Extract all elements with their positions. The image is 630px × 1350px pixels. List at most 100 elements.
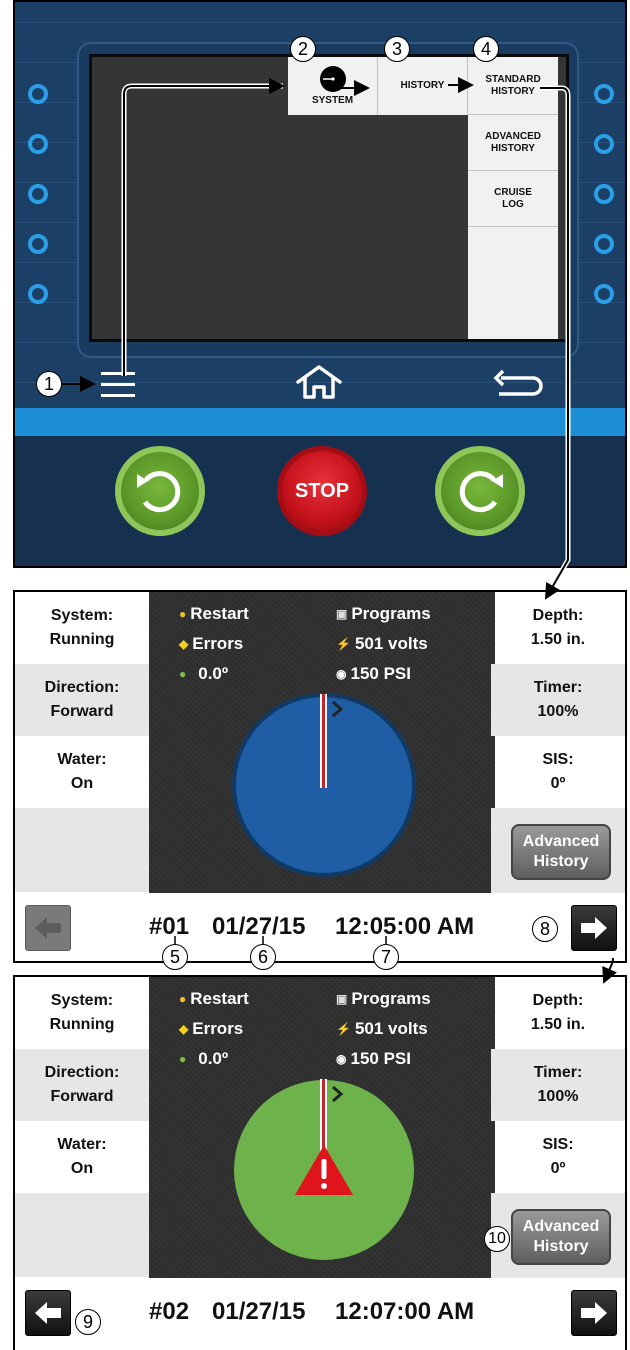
depth-label: Depth:: [532, 607, 584, 624]
menu-history[interactable]: HISTORY: [378, 57, 468, 115]
direction-label: Direction:: [44, 1064, 120, 1081]
pressure-gauge-icon: ◉: [336, 667, 347, 681]
arrow-left-icon: [35, 1302, 61, 1324]
programs-indicator: ▣ Programs: [336, 989, 431, 1009]
restart-indicator: ● Restart: [179, 989, 249, 1009]
sis-status: SIS: 0º: [491, 736, 625, 808]
warning-diamond-icon: ◆: [179, 1022, 189, 1036]
volts-indicator: ⚡ 501 volts: [336, 634, 428, 654]
side-button-left-2[interactable]: [28, 134, 48, 154]
side-button-right-5[interactable]: [594, 284, 614, 304]
record-time: 12:07:00 AM: [335, 1298, 475, 1325]
warning-diamond-icon: ◆: [179, 637, 189, 651]
menu-cruise-log[interactable]: CRUISE LOG: [468, 171, 558, 227]
history-record-1: System: Running Direction: Forward Water…: [13, 590, 627, 963]
angle-value: 0.0º: [198, 664, 229, 683]
callout-2: 2: [290, 36, 316, 62]
forward-button[interactable]: [435, 446, 525, 536]
record-date: 01/27/15: [212, 913, 306, 940]
sis-label: SIS:: [542, 751, 574, 768]
water-status: Water: On: [15, 736, 149, 808]
record-time: 12:05:00 AM: [335, 913, 475, 940]
menu-empty-area: [468, 227, 558, 339]
timer-value: 100%: [537, 703, 579, 720]
side-button-right-1[interactable]: [594, 84, 614, 104]
advanced-history-button[interactable]: Advanced History: [511, 824, 611, 880]
water-value: On: [70, 775, 94, 792]
side-button-left-3[interactable]: [28, 184, 48, 204]
restart-indicator: ● Restart: [179, 604, 249, 624]
menu-system-label: SYSTEM: [311, 95, 354, 106]
display-screen: SYSTEM HISTORY STANDARD HISTORY ADVANCED…: [89, 54, 569, 342]
pressure-indicator: ◉ 150 PSI: [336, 1049, 411, 1069]
stop-label: STOP: [294, 479, 350, 502]
side-button-left-5[interactable]: [28, 284, 48, 304]
rotate-right-icon: [459, 471, 503, 513]
callout-3: 3: [384, 36, 410, 62]
sis-value: 0º: [550, 775, 566, 792]
pressure-value: 150 PSI: [350, 664, 411, 683]
reverse-button[interactable]: [115, 446, 205, 536]
record-date: 01/27/15: [212, 1298, 306, 1325]
volts-indicator: ⚡ 501 volts: [336, 1019, 428, 1039]
water-value: On: [70, 1160, 94, 1177]
errors-label: Errors: [192, 1019, 244, 1038]
record-footer: #02 01/27/15 12:07:00 AM: [15, 1278, 625, 1348]
position-circle: [234, 1079, 414, 1260]
sis-label: SIS:: [542, 1136, 574, 1153]
errors-indicator: ◆ Errors: [179, 1019, 243, 1039]
direction-status: Direction: Forward: [15, 1049, 149, 1121]
lightning-icon: ⚡: [336, 637, 351, 651]
advanced-history-label: Advanced History: [522, 1218, 600, 1255]
angle-gauge-icon: ●: [179, 1052, 187, 1066]
back-arrow-icon[interactable]: [493, 370, 547, 400]
depth-label: Depth:: [532, 992, 584, 1009]
stop-button[interactable]: STOP: [277, 446, 367, 536]
callout-4: 4: [473, 36, 499, 62]
system-status: System: Running: [15, 592, 149, 664]
arrow-right-icon: [581, 917, 607, 939]
menu-advanced-history-label: ADVANCED HISTORY: [485, 130, 541, 154]
previous-record-button[interactable]: [25, 905, 71, 951]
menu-standard-history-label: STANDARD HISTORY: [485, 73, 541, 97]
sis-value: 0º: [550, 1160, 566, 1177]
next-record-button[interactable]: [571, 1290, 617, 1336]
callout-10: 10: [484, 1226, 510, 1252]
system-label: System:: [50, 607, 114, 624]
programs-indicator: ▣ Programs: [336, 604, 431, 624]
menu-icon[interactable]: [101, 370, 137, 400]
blue-band: [15, 408, 625, 436]
pressure-gauge-icon: ◉: [336, 1052, 347, 1066]
side-button-right-4[interactable]: [594, 234, 614, 254]
direction-status: Direction: Forward: [15, 664, 149, 736]
water-label: Water:: [57, 1136, 107, 1153]
menu-advanced-history[interactable]: ADVANCED HISTORY: [468, 115, 558, 171]
timer-label: Timer:: [533, 1064, 583, 1081]
water-label: Water:: [57, 751, 107, 768]
menu-system[interactable]: SYSTEM: [288, 57, 378, 115]
previous-record-button[interactable]: [25, 1290, 71, 1336]
callout-8: 8: [532, 916, 558, 942]
empty-cell: [15, 808, 149, 892]
depth-status: Depth: 1.50 in.: [491, 977, 625, 1049]
advanced-history-label: Advanced History: [522, 833, 600, 870]
next-record-button[interactable]: [571, 905, 617, 951]
direction-value: Forward: [50, 703, 114, 720]
callout-9: 9: [75, 1309, 101, 1335]
side-button-left-4[interactable]: [28, 234, 48, 254]
angle-indicator: ● 0.0º: [179, 664, 228, 684]
record-center-panel: ● Restart ◆ Errors ● 0.0º ▣ Programs ⚡ 5…: [149, 592, 495, 893]
position-circle: [232, 693, 416, 877]
system-value: Running: [49, 631, 115, 648]
advanced-history-button[interactable]: Advanced History: [511, 1209, 611, 1265]
side-button-right-2[interactable]: [594, 134, 614, 154]
timer-status: Timer: 100%: [491, 664, 625, 736]
menu-cruise-log-label: CRUISE LOG: [494, 186, 532, 210]
errors-label: Errors: [192, 634, 244, 653]
controller-panel: SYSTEM HISTORY STANDARD HISTORY ADVANCED…: [13, 0, 627, 568]
home-icon[interactable]: [294, 364, 344, 400]
side-button-left-1[interactable]: [28, 84, 48, 104]
sis-status: SIS: 0º: [491, 1121, 625, 1193]
side-button-right-3[interactable]: [594, 184, 614, 204]
menu-standard-history[interactable]: STANDARD HISTORY: [468, 57, 558, 115]
